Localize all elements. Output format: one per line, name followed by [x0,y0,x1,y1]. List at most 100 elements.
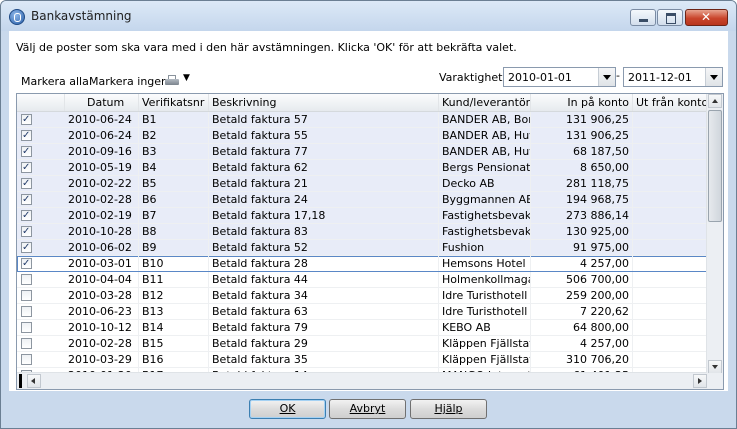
table-row[interactable]: 2010-03-01B10Betald faktura 28Hemsons Ho… [17,256,707,272]
table-row[interactable]: 2010-10-28B8Betald faktura 83Fastighetsb… [17,224,707,240]
cell-in-amount: 68 187,50 [531,144,633,159]
table-row[interactable]: 2010-06-23 B13 Betald faktura 63 Idre Turis… [17,304,707,320]
printer-icon[interactable] [165,75,179,87]
maximize-button[interactable] [657,9,683,26]
minimize-button[interactable] [630,9,656,26]
cell-description: Betald faktura 28 [209,256,439,271]
table-row[interactable]: 2010-03-29 B16 Betald faktura 35 Kläppen Fj… [17,352,707,368]
cell-out-amount [633,160,707,175]
table-row[interactable]: 2010-09-16B3Betald faktura 77BANDER AB, … [17,144,707,160]
mark-all-button[interactable]: Markera alla [21,75,89,88]
help-button[interactable]: Hjälp [410,399,487,419]
table-row[interactable]: 2010-10-12 B14 Betald faktura 79 KEBO AB 64 … [17,320,707,336]
cell-customer: Holmenkollmagasin [439,272,531,287]
table-row[interactable]: 2010-02-28 B15 Betald faktura 29 Kläppen Fj… [17,336,707,352]
from-date-field[interactable]: 2010-01-01 [503,67,616,87]
cell-in-amount: 131 906,25 [531,112,633,127]
scroll-right-icon[interactable] [693,374,707,388]
horizontal-scrollbar[interactable] [17,372,707,389]
table-row[interactable]: 2010-06-24B1Betald faktura 57BANDER AB, … [17,112,707,128]
table-row[interactable]: 2010-02-28B6Betald faktura 24Byggmannen … [17,192,707,208]
table-row[interactable]: 2010-06-24B2Betald faktura 55BANDER AB, … [17,128,707,144]
app-icon [9,9,25,25]
cell-date: 2010-03-01 [65,256,139,271]
from-date-value: 2010-01-01 [508,71,572,84]
window-title: Bankavstämning [31,9,132,23]
cell-description: Betald faktura 17,18 [209,208,439,223]
column-header-out[interactable]: Ut från konto [633,94,707,111]
to-date-field[interactable]: 2011-12-01 [623,67,723,87]
cell-voucher: B11 [139,272,209,287]
cell-out-amount [633,144,707,159]
to-date-dropdown-icon[interactable] [705,68,722,86]
cell-description: Betald faktura 34 [209,288,439,303]
cell-in-amount: 8 650,00 [531,160,633,175]
cell-out-amount [633,240,707,255]
row-checkbox[interactable] [21,224,32,240]
table-row[interactable]: 2010-03-28 B12 Betald faktura 34 Idre Turis… [17,288,707,304]
row-checkbox[interactable] [21,274,32,285]
table-row[interactable]: 2010-02-22B5Betald faktura 21Decko AB281… [17,176,707,192]
table-row[interactable]: 2010-05-19B4Betald faktura 62Bergs Pensi… [17,160,707,176]
grid-rows: 2010-06-24B1Betald faktura 57BANDER AB, … [17,112,707,376]
row-checkbox[interactable] [21,256,32,272]
row-checkbox[interactable] [21,144,32,160]
row-checkbox[interactable] [21,128,32,144]
column-header-description[interactable]: Beskrivning [209,94,439,111]
column-header-in[interactable]: In på konto [531,94,633,111]
row-checkbox[interactable] [21,322,32,333]
cell-description: Betald faktura 55 [209,128,439,143]
row-checkbox[interactable] [21,160,32,176]
from-date-dropdown-icon[interactable] [598,68,615,86]
cell-customer: Fastighetsbevakning [439,208,531,223]
scroll-up-icon[interactable] [708,94,722,108]
cancel-button[interactable]: Avbryt [329,399,406,419]
row-checkbox[interactable] [21,338,32,349]
row-checkbox[interactable] [21,290,32,301]
column-header-customer[interactable]: Kund/leverantör [439,94,531,111]
cell-date: 2010-04-04 [65,272,139,287]
vertical-scroll-thumb[interactable] [708,110,722,222]
cell-customer: Hemsons Hotel [439,256,531,271]
row-checkbox[interactable] [21,208,32,224]
table-row[interactable]: 2010-04-04 B11 Betald faktura 44 Holmenkoll… [17,272,707,288]
cell-out-amount [633,288,707,303]
cell-description: Betald faktura 77 [209,144,439,159]
cell-in-amount: 4 257,00 [531,256,633,271]
cell-description: Betald faktura 52 [209,240,439,255]
cell-date: 2010-02-19 [65,208,139,223]
scroll-left-icon[interactable] [27,374,41,388]
scroll-down-icon[interactable] [708,360,722,374]
row-checkbox[interactable] [21,354,32,365]
instruction-text: Välj de poster som ska vara med i den hä… [16,41,517,54]
to-date-value: 2011-12-01 [628,71,692,84]
ok-button[interactable]: OK [249,399,326,419]
cell-date: 2010-06-02 [65,240,139,255]
row-checkbox[interactable] [21,306,32,317]
cell-in-amount: 7 220,62 [531,304,633,319]
cell-out-amount [633,208,707,223]
row-checkbox[interactable] [21,112,32,128]
row-checkbox[interactable] [21,240,32,256]
column-header-voucher[interactable]: Verifikatsnr [139,94,209,111]
table-row[interactable]: 2010-02-19B7Betald faktura 17,18Fastighe… [17,208,707,224]
cell-in-amount: 91 975,00 [531,240,633,255]
column-header-check[interactable] [17,94,65,111]
vertical-scrollbar[interactable] [706,94,723,374]
cell-date: 2010-02-22 [65,176,139,191]
cell-in-amount: 64 800,00 [531,320,633,335]
close-button[interactable]: ✕ [685,9,728,26]
table-row[interactable]: 2010-06-02B9Betald faktura 52Fushion91 9… [17,240,707,256]
column-header-date[interactable]: Datum [65,94,139,111]
cell-customer: Fastighetsbevakning [439,224,531,239]
cell-out-amount [633,128,707,143]
row-checkbox[interactable] [21,176,32,192]
row-checkbox[interactable] [21,192,32,208]
horizontal-scroll-marker [19,374,22,388]
mark-none-button[interactable]: Markera ingen [89,75,168,88]
title-bar[interactable]: Bankavstämning ✕ [1,1,736,31]
cell-in-amount: 281 118,75 [531,176,633,191]
print-dropdown-arrow-icon[interactable]: ▼ [183,73,190,83]
cell-voucher: B15 [139,336,209,351]
duration-label: Varaktighet [439,71,503,84]
